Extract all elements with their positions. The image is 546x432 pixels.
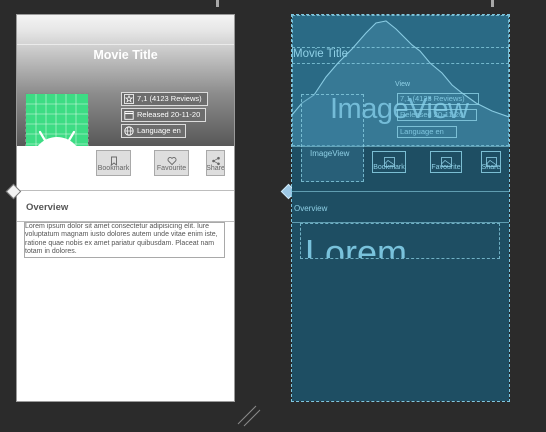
blueprint-poster-label: ImageView xyxy=(310,149,350,158)
blueprint-overview-text-box[interactable]: Lorem xyxy=(300,223,500,259)
star-icon xyxy=(124,94,134,104)
blueprint-divider xyxy=(292,146,509,147)
favourite-label: Favourite xyxy=(156,165,187,172)
share-label: Share xyxy=(206,165,225,172)
language-text: Language en xyxy=(137,126,181,135)
blueprint-rating-chip[interactable]: 7,1 (4123 Reviews) xyxy=(397,93,479,105)
blueprint-bookmark-label: Bookmark xyxy=(373,164,405,171)
canvas-resize-grip-icon[interactable] xyxy=(236,402,262,428)
bookmark-button[interactable]: Bookmark xyxy=(96,150,131,176)
design-surface[interactable]: Movie Title 7,1 (4123 Reviews) Released … xyxy=(16,14,235,402)
share-icon xyxy=(211,153,221,166)
blueprint-favourite-label: Favourite xyxy=(431,164,461,171)
blueprint-share-label: Share xyxy=(481,164,501,171)
blueprint-lorem-label: Lorem xyxy=(305,232,408,259)
blueprint-released-chip[interactable]: Released 20-11-20 xyxy=(397,109,477,121)
blueprint-surface[interactable]: Movie Title View ImageView ImageView 7,1… xyxy=(291,14,510,402)
released-text: Released 20-11-20 xyxy=(137,110,201,119)
blueprint-view-label: View xyxy=(395,81,411,88)
language-chip[interactable]: Language en xyxy=(121,124,186,138)
overview-heading[interactable]: Overview xyxy=(26,202,68,213)
overview-divider-top xyxy=(17,190,234,191)
released-chip[interactable]: Released 20-11-20 xyxy=(121,108,206,122)
top-stub-right xyxy=(491,0,494,7)
share-button[interactable]: Share xyxy=(206,150,225,176)
top-stub-left xyxy=(216,0,219,7)
bookmark-icon xyxy=(109,153,119,166)
bookmark-label: Bookmark xyxy=(97,165,130,172)
image-placeholder-icon xyxy=(440,154,452,167)
blueprint-favourite-button[interactable]: Favourite xyxy=(430,151,462,173)
overview-divider-bottom xyxy=(17,221,234,222)
favourite-button[interactable]: Favourite xyxy=(154,150,189,176)
rating-text: 7,1 (4123 Reviews) xyxy=(137,94,202,103)
heart-icon xyxy=(167,153,177,166)
image-placeholder-icon xyxy=(485,154,497,167)
calendar-icon xyxy=(124,110,134,120)
blueprint-share-button[interactable]: Share xyxy=(481,151,501,173)
action-row: Bookmark Favourite Share xyxy=(17,146,234,191)
movie-title[interactable]: Movie Title xyxy=(17,48,234,62)
rating-chip[interactable]: 7,1 (4123 Reviews) xyxy=(121,92,208,106)
blueprint-movie-title: Movie Title xyxy=(293,48,348,60)
overview-text[interactable]: Lorem ipsum dolor sit amet consectetur a… xyxy=(24,222,225,258)
toolbar-divider xyxy=(17,44,234,45)
blueprint-language-chip[interactable]: Language en xyxy=(397,126,457,138)
blueprint-overview-heading: Overview xyxy=(294,204,328,213)
globe-icon xyxy=(124,126,134,136)
image-placeholder-icon xyxy=(383,154,395,167)
blueprint-bookmark-button[interactable]: Bookmark xyxy=(372,151,406,173)
